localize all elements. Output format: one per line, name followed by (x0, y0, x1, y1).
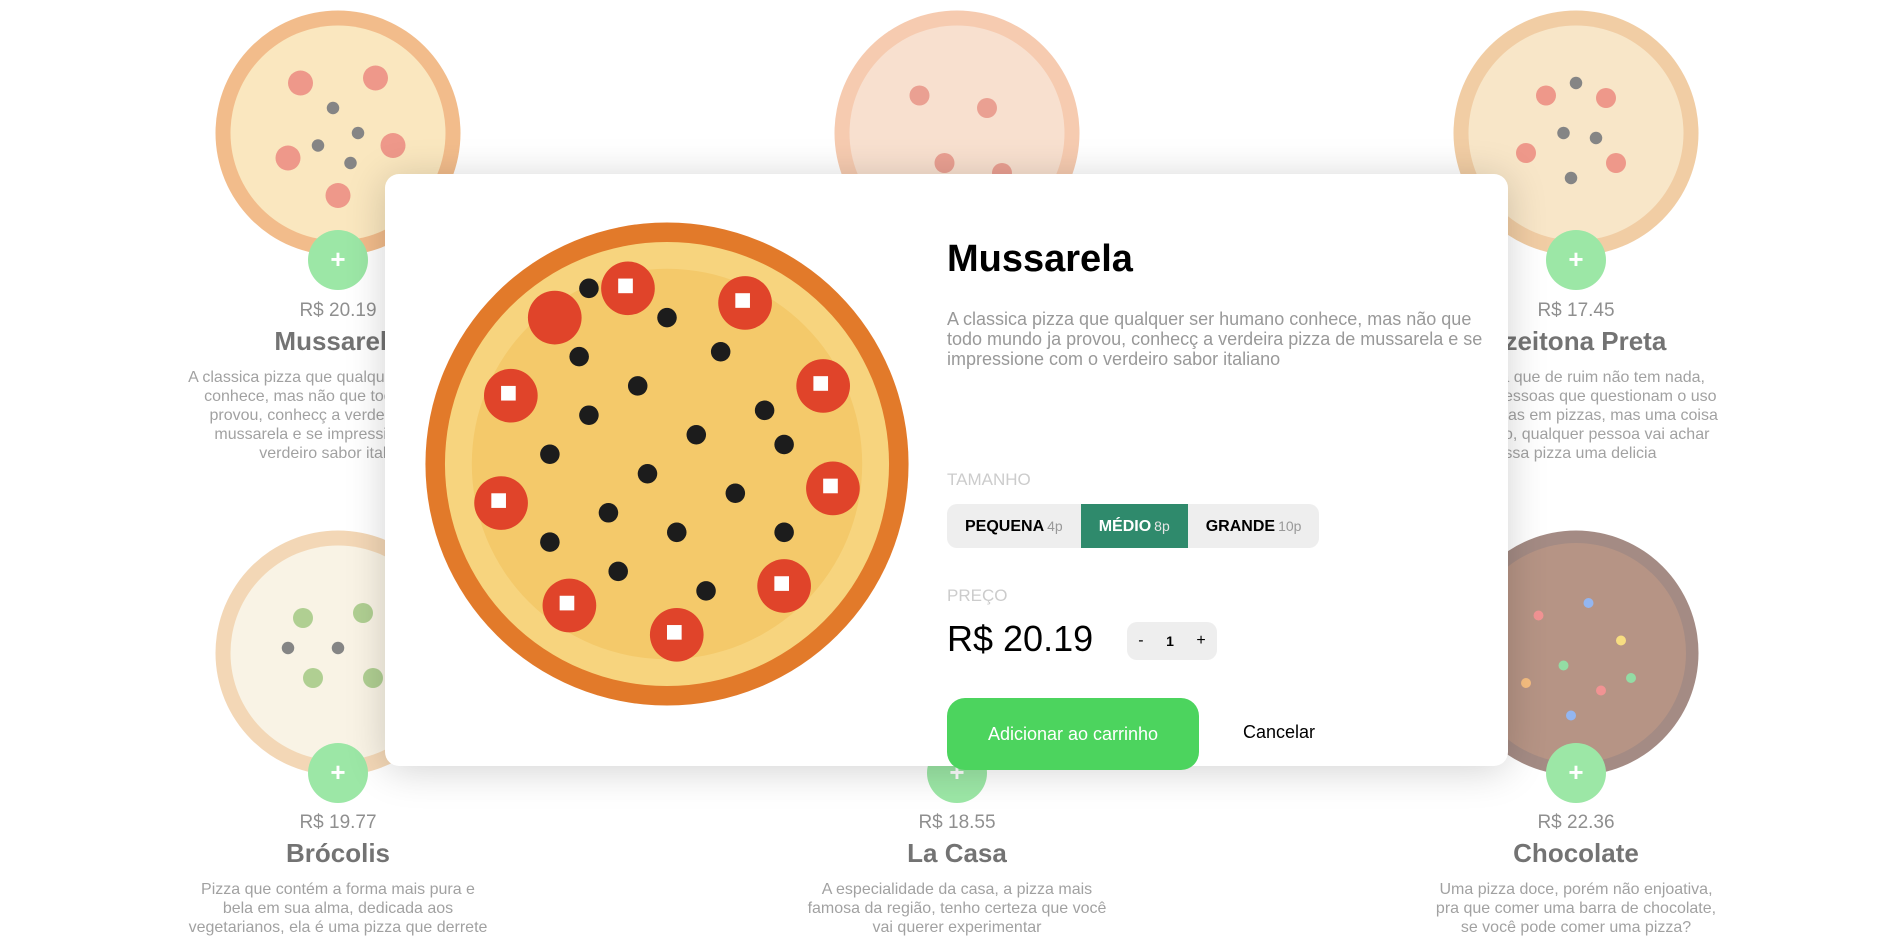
quantity-decrement-button[interactable]: - (1132, 632, 1149, 650)
size-pieces: 8p (1154, 518, 1170, 534)
size-option-pequena[interactable]: PEQUENA 4p (947, 504, 1081, 548)
pizza-image (425, 222, 909, 706)
quantity-stepper: - 1 + (1127, 622, 1217, 660)
size-label: Tamanho (947, 470, 1031, 489)
modal-price: R$ 20.19 (947, 618, 1094, 659)
add-to-cart-button[interactable]: Adicionar ao carrinho (947, 698, 1199, 770)
quantity-increment-button[interactable]: + (1190, 632, 1211, 650)
pizza-modal: Mussarela A classica pizza que qualquer … (385, 174, 1508, 770)
modal-title: Mussarela (947, 238, 1133, 280)
cancel-button[interactable]: Cancelar (1243, 722, 1315, 743)
size-option-grande[interactable]: GRANDE 10p (1188, 504, 1320, 548)
size-pieces: 4p (1047, 518, 1063, 534)
size-selector: PEQUENA 4p MÉDIO 8p GRANDE 10p (947, 504, 1320, 548)
size-label-text: PEQUENA (965, 518, 1045, 535)
size-pieces: 10p (1278, 518, 1302, 534)
size-label-text: GRANDE (1205, 518, 1276, 535)
modal-info: Mussarela A classica pizza que qualquer … (947, 238, 1507, 770)
size-label-text: MÉDIO (1098, 518, 1152, 535)
modal-description: A classica pizza que qualquer ser humano… (947, 309, 1483, 369)
price-label: Preço (947, 586, 1008, 605)
size-option-medio[interactable]: MÉDIO 8p (1080, 504, 1188, 548)
quantity-value: 1 (1166, 633, 1174, 649)
